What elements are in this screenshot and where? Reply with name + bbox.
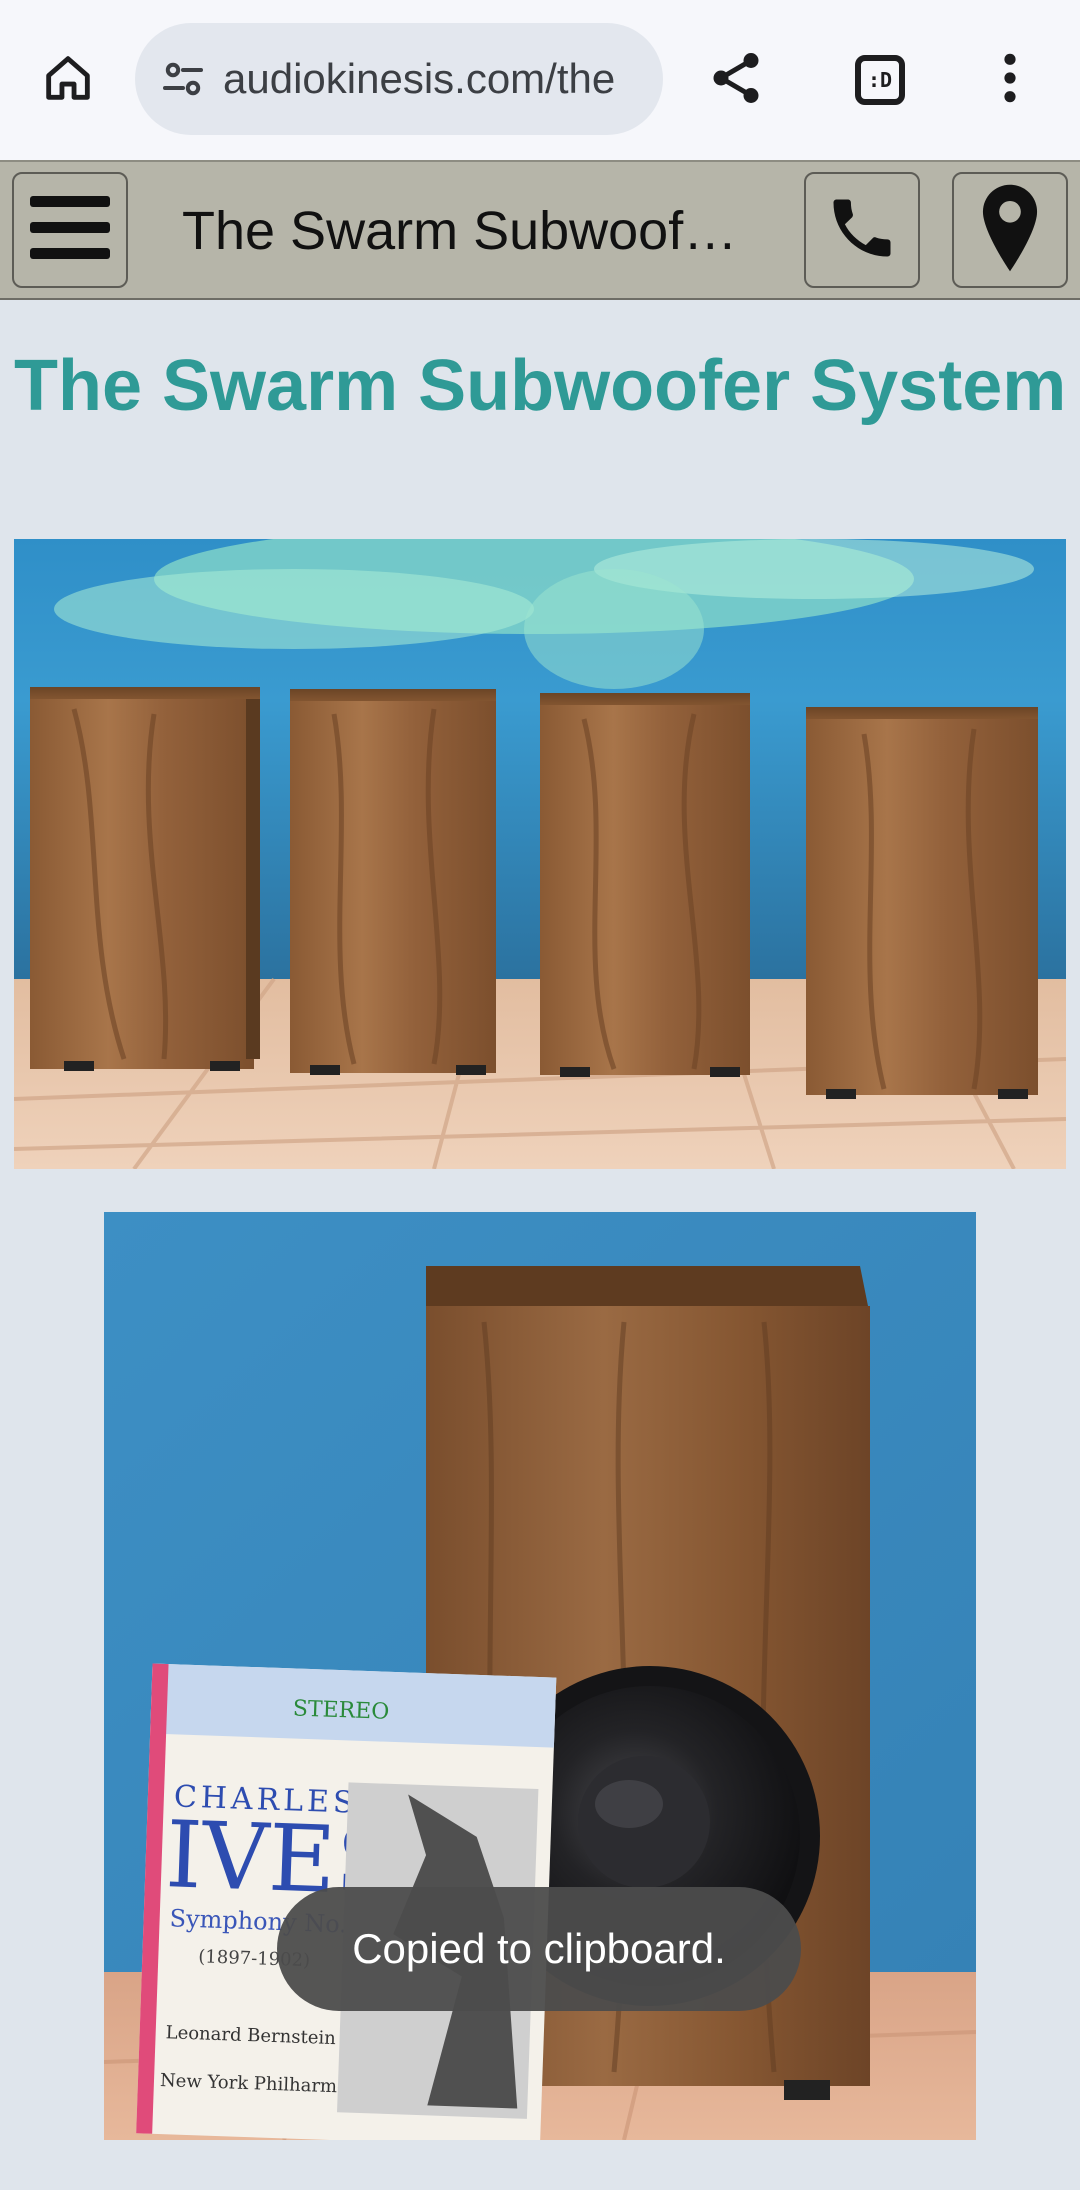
share-icon: [706, 48, 766, 113]
tab-switcher-icon: :D: [855, 55, 905, 105]
album-stereo-label: STEREO: [292, 1696, 389, 1724]
phone-button[interactable]: [804, 172, 920, 288]
home-button[interactable]: [36, 40, 100, 120]
phone-icon: [824, 190, 900, 271]
site-header: The Swarm Subwoofer System: [0, 160, 1080, 300]
hamburger-icon: [28, 192, 112, 269]
header-title: The Swarm Subwoofer System: [182, 201, 762, 261]
tune-icon[interactable]: [157, 53, 209, 105]
tab-switcher-label: :D: [867, 68, 893, 92]
browser-menu-button[interactable]: [990, 40, 1030, 120]
toast-notification: Copied to clipboard.: [277, 1887, 801, 2011]
subwoofers-group-photo: [14, 539, 1066, 1169]
toast-message: Copied to clipboard.: [352, 1925, 726, 1972]
page-title: The Swarm Subwoofer System: [14, 346, 1067, 426]
more-vert-icon: [1002, 50, 1018, 111]
location-button[interactable]: [952, 172, 1068, 288]
url-text: audiokinesis.com/the: [223, 55, 616, 102]
share-button[interactable]: [700, 40, 772, 120]
subwoofers-group-image: [14, 539, 1066, 1169]
map-pin-icon: [977, 182, 1043, 279]
home-icon: [39, 49, 97, 112]
tab-switcher-button[interactable]: :D: [840, 40, 920, 120]
address-bar[interactable]: audiokinesis.com/the: [135, 23, 663, 135]
browser-toolbar: audiokinesis.com/the :D: [0, 0, 1080, 160]
site-menu-button[interactable]: [12, 172, 128, 288]
svg-text:STEREO: STEREO: [292, 1696, 389, 1724]
